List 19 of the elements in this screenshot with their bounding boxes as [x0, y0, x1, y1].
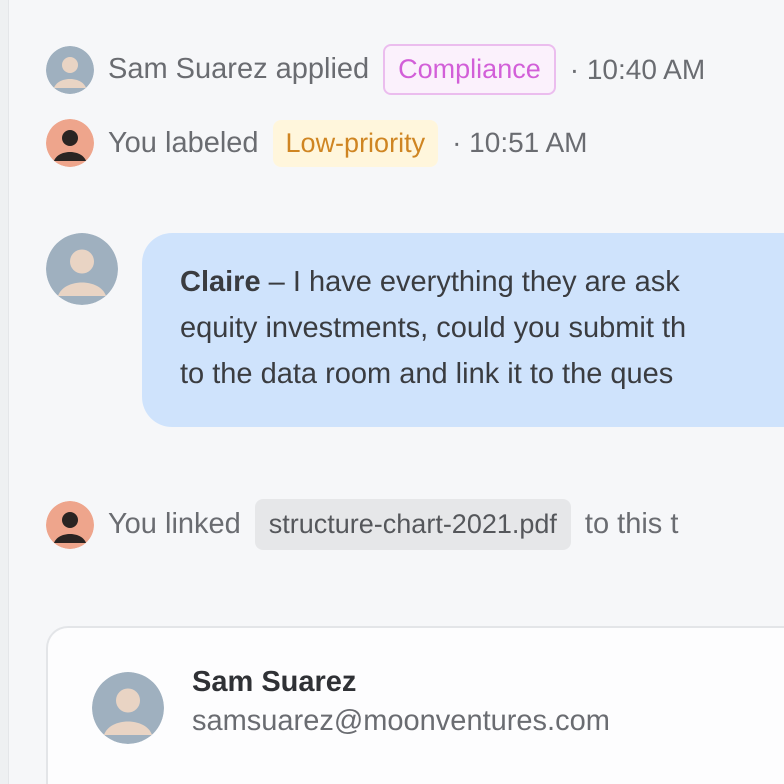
avatar-icon [46, 46, 94, 94]
file-chip[interactable]: structure-chart-2021.pdf [254, 499, 571, 550]
timestamp: · 10:40 AM [570, 54, 706, 86]
label-tag: Low-priority [272, 120, 438, 166]
avatar-icon [46, 233, 118, 305]
avatar-icon [46, 500, 94, 548]
avatar-icon [92, 672, 164, 744]
activity-text: You labeled [108, 126, 259, 160]
activity-text: Sam Suarez applied [108, 53, 370, 86]
label-tag: Compliance [383, 44, 556, 95]
message-text: Claire – I have everything they are ask [180, 265, 681, 300]
avatar-icon [46, 119, 94, 167]
timestamp: · 10:51 AM [452, 127, 588, 159]
activity-text: to this t [584, 508, 678, 541]
activity-text: You linked [108, 508, 241, 541]
message-text: equity investments, could you submit th [180, 311, 688, 346]
contact-email: samsuarez@moonventures.com [192, 705, 610, 738]
contact-name: Sam Suarez [192, 666, 358, 699]
message-text: to the data room and link it to the ques [180, 357, 674, 392]
